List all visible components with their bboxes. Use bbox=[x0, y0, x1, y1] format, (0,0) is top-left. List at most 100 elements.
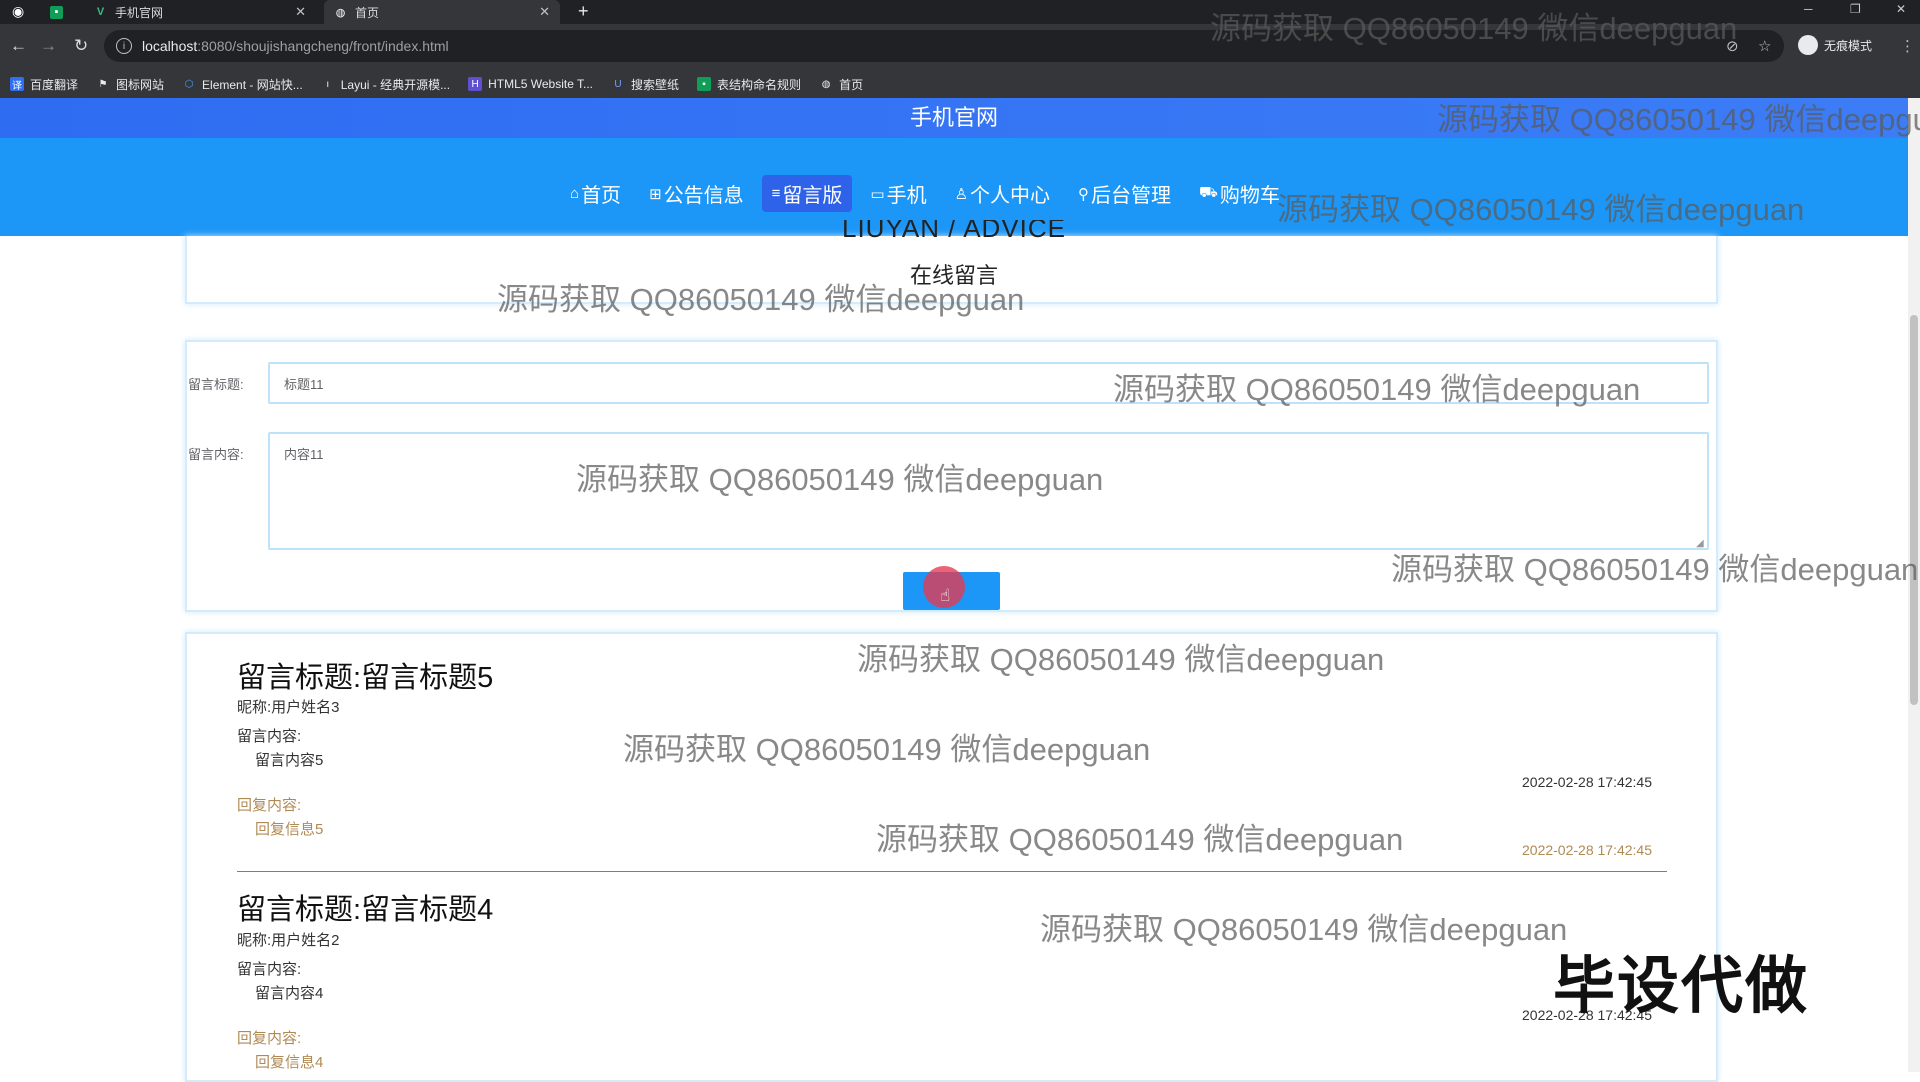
bookmark-label: HTML5 Website T... bbox=[488, 77, 594, 91]
nav-list: ⌂ 首页 ⊞ 公告信息 ≡ 留言版 ▭ 手机 ♙ 个人中心 ⚲ 后台管理 ⛟ 购物车 bbox=[560, 175, 1290, 212]
new-tab-button[interactable]: + bbox=[578, 1, 589, 22]
wallpaper-icon: U bbox=[614, 78, 622, 90]
globe-icon: ◍ bbox=[335, 6, 346, 19]
bookmark-item[interactable]: ⚑ 图标网站 bbox=[96, 76, 165, 93]
close-tab-icon[interactable]: ✕ bbox=[539, 4, 550, 20]
element-icon: ⬡ bbox=[184, 78, 194, 90]
bookmark-label: 首页 bbox=[839, 77, 864, 92]
bookmark-item[interactable]: U 搜索壁纸 bbox=[611, 76, 679, 93]
bookmark-item[interactable]: ı Layui - 经典开源模... bbox=[321, 76, 450, 93]
nav-label: 首页 bbox=[581, 185, 622, 207]
incognito-label: 无痕模式 bbox=[1824, 38, 1873, 53]
title-field-label: 留言标题: bbox=[188, 377, 244, 392]
nav-label: 后台管理 bbox=[1091, 185, 1172, 207]
bookmark-item[interactable]: ⬡ Element - 网站快... bbox=[182, 76, 303, 93]
reply-label: 回复内容: bbox=[237, 797, 302, 814]
scrollbar-thumb[interactable] bbox=[1910, 315, 1918, 705]
reply-content: 回复信息5 bbox=[255, 821, 324, 838]
bookmark-item[interactable]: 译百度翻译 bbox=[10, 76, 78, 93]
flag-icon: ⚑ bbox=[98, 78, 108, 90]
watermark: 源码获取 QQ86050149 微信deepguan bbox=[497, 282, 1025, 317]
html5-icon: H bbox=[468, 77, 483, 91]
bookmark-label: Element - 网站快... bbox=[202, 77, 303, 92]
bookmark-label: Layui - 经典开源模... bbox=[340, 77, 451, 92]
bookmark-item[interactable]: H HTML5 Website T... bbox=[468, 77, 593, 91]
layui-icon: ı bbox=[326, 78, 330, 90]
bookmark-label: 百度翻译 bbox=[30, 77, 79, 92]
reply-content: 回复信息4 bbox=[255, 1054, 324, 1071]
watermark: 源码获取 QQ86050149 微信deepguan bbox=[1040, 912, 1568, 947]
cart-icon: ⛟ bbox=[1199, 184, 1218, 201]
watermark: 源码获取 QQ86050149 微信deepguan bbox=[1277, 192, 1805, 227]
promo-stamp: 毕设代做 bbox=[1553, 952, 1810, 1021]
message-nickname: 昵称:用户姓名2 bbox=[237, 932, 340, 949]
nav-user-center[interactable]: ♙ 个人中心 bbox=[945, 175, 1060, 212]
bookmark-item[interactable]: ▪ 表结构命名规则 bbox=[697, 76, 801, 93]
url-path: :8080/shoujishangcheng/front/index.html bbox=[197, 38, 449, 54]
star-icon[interactable]: ☆ bbox=[1758, 37, 1771, 55]
message-nickname: 昵称:用户姓名3 bbox=[237, 699, 340, 716]
nav-label: 公告信息 bbox=[663, 185, 744, 207]
watermark: 源码获取 QQ86050149 微信deepguan bbox=[857, 642, 1385, 677]
close-window-icon[interactable]: ✕ bbox=[1896, 2, 1906, 16]
content-field-label: 留言内容: bbox=[188, 447, 244, 462]
message-title-text: 留言标题4 bbox=[361, 894, 494, 926]
bookmark-label: 搜索壁纸 bbox=[631, 77, 680, 92]
reply-label: 回复内容: bbox=[237, 1030, 302, 1047]
nav-phone[interactable]: ▭ 手机 bbox=[860, 175, 936, 212]
watermark: 源码获取 QQ86050149 微信deepguan bbox=[623, 732, 1151, 767]
incognito-indicator[interactable]: 无痕模式 bbox=[1798, 35, 1872, 55]
nav-admin[interactable]: ⚲ 后台管理 bbox=[1068, 175, 1181, 212]
watermark: 源码获取 QQ86050149 微信deepguan bbox=[1113, 372, 1641, 407]
watermark: 源码获取 QQ86050149 微信deepguan bbox=[876, 822, 1404, 857]
restore-icon[interactable]: ❐ bbox=[1850, 2, 1861, 16]
close-tab-icon[interactable]: ✕ bbox=[295, 4, 306, 20]
message-content: 留言内容5 bbox=[255, 752, 324, 769]
forward-icon[interactable]: → bbox=[40, 36, 57, 56]
message-divider bbox=[237, 871, 1667, 872]
nav-label: 个人中心 bbox=[970, 185, 1051, 207]
message-date: 2022-02-28 17:42:45 bbox=[1522, 774, 1652, 790]
nav-cart[interactable]: ⛟ 购物车 bbox=[1189, 175, 1290, 212]
browser-menu-dots-icon[interactable]: ⋮ bbox=[1900, 37, 1915, 55]
bookmark-label: 图标网站 bbox=[116, 77, 165, 92]
browser-tab-active[interactable]: ◍ 首页 ✕ bbox=[324, 0, 560, 24]
vue-icon: V bbox=[96, 6, 105, 18]
minimize-icon[interactable]: ─ bbox=[1804, 2, 1813, 16]
message-content-label: 留言内容: bbox=[237, 728, 302, 745]
user-icon: ♙ bbox=[954, 185, 969, 203]
green-sheet-icon: ▪ bbox=[50, 5, 63, 19]
watermark: 源码获取 QQ86050149 微信deepguan bbox=[1391, 552, 1919, 587]
reply-date: 2022-02-28 17:42:45 bbox=[1522, 842, 1652, 858]
message-title-prefix: 留言标题: bbox=[237, 894, 362, 926]
site-info-icon[interactable]: i bbox=[116, 38, 132, 54]
back-icon[interactable]: ← bbox=[10, 36, 27, 56]
sheet-icon: ▪ bbox=[697, 77, 712, 91]
reload-icon[interactable]: ↻ bbox=[74, 36, 88, 56]
nav-label: 留言版 bbox=[782, 185, 843, 207]
link-icon: ⚲ bbox=[1078, 185, 1090, 203]
url-host: localhost bbox=[142, 38, 198, 54]
watermark: 源码获取 QQ86050149 微信deepguan bbox=[1210, 11, 1738, 46]
browser-tab-pinned[interactable]: ▪ bbox=[40, 0, 80, 24]
nav-message-board[interactable]: ≡ 留言版 bbox=[761, 175, 853, 212]
globe-icon: ◍ bbox=[821, 78, 831, 90]
message-content: 留言内容4 bbox=[255, 985, 324, 1002]
browser-tab-label: 首页 bbox=[355, 5, 380, 20]
nav-label: 购物车 bbox=[1219, 185, 1280, 207]
phone-icon: ▭ bbox=[870, 185, 885, 203]
message-title-prefix: 留言标题: bbox=[237, 662, 362, 694]
incognito-icon bbox=[1798, 35, 1818, 55]
bookmark-icon: 译 bbox=[10, 77, 24, 92]
nav-notice[interactable]: ⊞ 公告信息 bbox=[639, 175, 754, 212]
message-title: 留言标题:留言标题5 bbox=[237, 654, 493, 696]
nav-label: 手机 bbox=[886, 185, 927, 207]
nav-home[interactable]: ⌂ 首页 bbox=[560, 175, 631, 212]
message-icon: ≡ bbox=[771, 185, 781, 202]
browser-tab-site[interactable]: V 手机官网 ✕ bbox=[84, 0, 316, 24]
watermark: 源码获取 QQ86050149 微信deepguan bbox=[1437, 102, 1920, 137]
message-title-text: 留言标题5 bbox=[361, 662, 494, 694]
watermark: 源码获取 QQ86050149 微信deepguan bbox=[576, 462, 1104, 497]
browser-menu-icon[interactable]: ◉ bbox=[12, 3, 24, 20]
bookmark-item[interactable]: ◍ 首页 bbox=[819, 76, 863, 93]
